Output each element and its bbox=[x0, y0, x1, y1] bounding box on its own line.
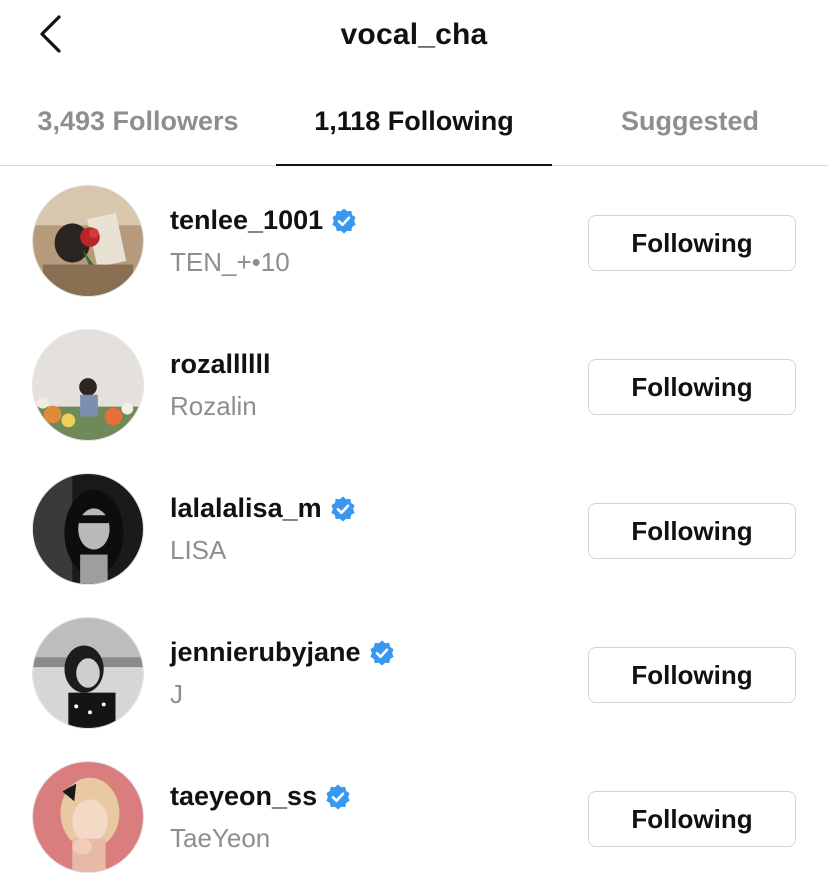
avatar[interactable] bbox=[32, 329, 144, 441]
page-title: vocal_cha bbox=[340, 18, 488, 51]
following-button[interactable]: Following bbox=[588, 359, 796, 415]
following-button[interactable]: Following bbox=[588, 215, 796, 271]
avatar-photo bbox=[33, 474, 143, 584]
avatar[interactable] bbox=[32, 185, 144, 297]
avatar-photo bbox=[33, 618, 143, 728]
following-button[interactable]: Following bbox=[588, 647, 796, 703]
list-item[interactable]: lalalalisa_m LISA Following bbox=[0, 455, 828, 599]
full-name: TEN_+•10 bbox=[170, 247, 290, 277]
active-tab-indicator bbox=[276, 164, 552, 166]
avatar[interactable] bbox=[32, 761, 144, 873]
username[interactable]: rozallllll bbox=[170, 349, 271, 380]
full-name: J bbox=[170, 679, 183, 709]
list-item[interactable]: tenlee_1001 TEN_+•10 Following bbox=[0, 167, 828, 311]
avatar-photo bbox=[33, 186, 143, 296]
avatar-photo bbox=[33, 330, 143, 440]
tab-bar: 3,493 Followers 1,118 Following Suggeste… bbox=[0, 76, 828, 166]
list-item[interactable]: rozallllll Rozalin Following bbox=[0, 311, 828, 455]
top-bar: vocal_cha bbox=[0, 0, 828, 76]
username[interactable]: lalalalisa_m bbox=[170, 493, 322, 524]
username[interactable]: tenlee_1001 bbox=[170, 205, 323, 236]
verified-badge-icon bbox=[331, 496, 355, 521]
full-name: TaeYeon bbox=[170, 823, 271, 853]
avatar[interactable] bbox=[32, 617, 144, 729]
verified-badge-icon bbox=[332, 208, 356, 233]
avatar[interactable] bbox=[32, 473, 144, 585]
full-name: Rozalin bbox=[170, 391, 257, 421]
tab-followers[interactable]: 3,493 Followers bbox=[0, 76, 276, 166]
verified-badge-icon bbox=[369, 640, 394, 665]
following-button[interactable]: Following bbox=[588, 503, 796, 559]
avatar-photo bbox=[33, 762, 143, 872]
full-name: LISA bbox=[170, 535, 227, 565]
tab-following[interactable]: 1,118 Following bbox=[276, 76, 552, 166]
following-button[interactable]: Following bbox=[588, 791, 796, 847]
verified-badge-icon bbox=[326, 784, 350, 809]
username[interactable]: jennierubyjane bbox=[170, 637, 361, 668]
tab-suggested[interactable]: Suggested bbox=[552, 76, 828, 166]
list-item[interactable]: taeyeon_ss TaeYeon Following bbox=[0, 743, 828, 883]
username[interactable]: taeyeon_ss bbox=[170, 781, 317, 812]
list-item[interactable]: jennierubyjane J Following bbox=[0, 599, 828, 743]
